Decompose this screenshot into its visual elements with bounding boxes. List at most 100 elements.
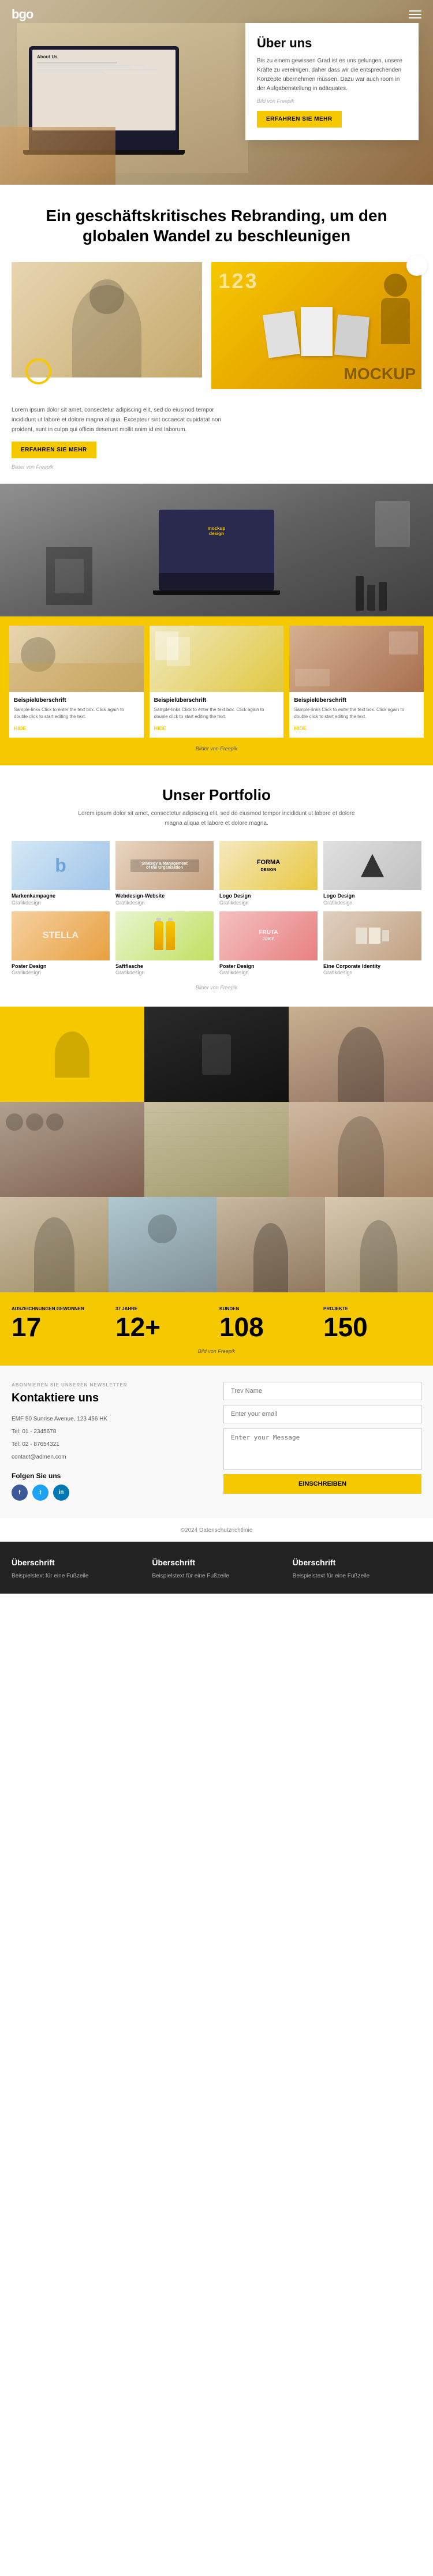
hero-card: Über uns Bis zu einem gewissen Grad ist … xyxy=(245,23,419,140)
photo-cell-r3-4 xyxy=(325,1197,433,1292)
contact-info-column: ABONNIEREN SIE UNSEREN NEWSLETTER Kontak… xyxy=(12,1382,210,1501)
hero-text: Bis zu einem gewissen Grad ist es uns ge… xyxy=(257,57,407,94)
portfolio-item-5[interactable]: STELLA Poster Design Grafikdesign xyxy=(12,911,110,976)
footer-col-2: Überschrift Beispielstext für eine Fußze… xyxy=(152,1558,281,1581)
social-icon-twitter[interactable]: t xyxy=(32,1485,48,1501)
contact-message-input[interactable] xyxy=(223,1428,421,1470)
portfolio-image-1: b xyxy=(12,841,110,890)
social-icon-facebook[interactable]: f xyxy=(12,1485,28,1501)
photo-row-2 xyxy=(0,1102,433,1197)
portfolio-label-4: Logo Design xyxy=(323,893,421,900)
contact-form-column: EINSCHREIBEN xyxy=(223,1382,421,1494)
hero-title: Über uns xyxy=(257,36,407,51)
portfolio-sublabel-3: Grafikdesign xyxy=(219,900,318,906)
stat-number-projects: 150 xyxy=(323,1314,421,1340)
hamburger-menu[interactable] xyxy=(409,10,421,18)
legal-section: ©2024 Datenschutzrichtlinie xyxy=(0,1517,433,1542)
card-text-3: Sample-links Click to enter the text box… xyxy=(294,706,419,720)
subscribe-button[interactable]: EINSCHREIBEN xyxy=(223,1474,421,1494)
photo-cell-person1 xyxy=(289,1007,433,1102)
contact-name-input[interactable] xyxy=(223,1382,421,1400)
portfolio-image-7: FRUTAJUICE xyxy=(219,911,318,960)
portfolio-sublabel-4: Grafikdesign xyxy=(323,900,421,906)
portfolio-item-4[interactable]: Logo Design Grafikdesign xyxy=(323,841,421,906)
stat-item-clients: KUNDEN 108 xyxy=(219,1306,318,1340)
rebranding-credit: Bilder von Freepik xyxy=(12,464,231,470)
card-link-2[interactable]: HIDE xyxy=(154,726,167,731)
photo-cell-person2 xyxy=(289,1102,433,1197)
portfolio-heading: Unser Portfolio xyxy=(12,786,421,804)
portfolio-sublabel-1: Grafikdesign xyxy=(12,900,110,906)
stat-item-years: 37 JAHRE 12+ xyxy=(115,1306,214,1340)
portfolio-sublabel-7: Grafikdesign xyxy=(219,970,318,975)
contact-email-input[interactable] xyxy=(223,1405,421,1423)
footer-heading-3: Überschrift xyxy=(293,1558,421,1567)
portfolio-sublabel-5: Grafikdesign xyxy=(12,970,110,975)
portfolio-label-6: Saftflasche xyxy=(115,963,214,970)
stat-item-projects: PROJEKTE 150 xyxy=(323,1306,421,1340)
portfolio-label-7: Poster Design xyxy=(219,963,318,970)
portfolio-label-2: Webdesign-Website xyxy=(115,893,214,900)
card-item-2: Beispielüberschrift Sample-links Click t… xyxy=(150,626,284,738)
stats-grid: AUSZEICHNUNGEN GEWONNEN 17 37 JAHRE 12+ … xyxy=(12,1306,421,1340)
portfolio-item-8[interactable]: Eine Corporate Identity Grafikdesign xyxy=(323,911,421,976)
portfolio-credit: Bilder von Freepik xyxy=(12,985,421,990)
footer-col-1: Überschrift Beispielstext für eine Fußze… xyxy=(12,1558,140,1581)
rebranding-cta-button[interactable]: ERFAHREN SIE MEHR xyxy=(12,442,96,458)
contact-newsletter-label: ABONNIEREN SIE UNSEREN NEWSLETTER xyxy=(12,1382,210,1388)
portfolio-image-3: FORMADESIGN xyxy=(219,841,318,890)
card-title-1: Beispielüberschrift xyxy=(14,697,139,704)
photo-row-1 xyxy=(0,1007,433,1102)
footer-heading-2: Überschrift xyxy=(152,1558,281,1567)
card-item-3: Beispielüberschrift Sample-links Click t… xyxy=(289,626,424,738)
footer-text-2: Beispielstext für eine Fußzeile xyxy=(152,1572,281,1581)
desk-scene-image: mockupdesign xyxy=(0,484,433,616)
portfolio-item-1[interactable]: b Markenkampagne Grafikdesign xyxy=(12,841,110,906)
card-link-1[interactable]: HIDE xyxy=(14,726,27,731)
hero-cta-button[interactable]: ERFAHREN SIE MEHR xyxy=(257,111,342,128)
portfolio-image-8 xyxy=(323,911,421,960)
photo-cell-r3-3 xyxy=(216,1197,325,1292)
hero-credit: Bild von Freepik xyxy=(257,98,407,104)
contact-info: EMF 50 Sunrise Avenue, 123 456 HK Tel: 0… xyxy=(12,1413,210,1464)
portfolio-intro: Lorem ipsum dolor sit amet, consectetur … xyxy=(78,809,355,828)
footer-text-1: Beispielstext für eine Fußzeile xyxy=(12,1572,140,1581)
portfolio-section: Unser Portfolio Lorem ipsum dolor sit am… xyxy=(0,765,433,1007)
portfolio-sublabel-2: Grafikdesign xyxy=(115,900,214,906)
portfolio-label-8: Eine Corporate Identity xyxy=(323,963,421,970)
photo-cell-dark xyxy=(144,1007,289,1102)
photo-grid-section xyxy=(0,1007,433,1292)
cards-credit: Bilder von Freepik xyxy=(9,746,424,752)
contact-email: contact@admen.com xyxy=(12,1451,210,1464)
portfolio-sublabel-8: Grafikdesign xyxy=(323,970,421,975)
card-image-3 xyxy=(289,626,424,692)
photo-cell-wall xyxy=(144,1102,289,1197)
cards-grid: Beispielüberschrift Sample-links Click t… xyxy=(9,626,424,738)
stats-credit: Bild von Freepik xyxy=(12,1348,421,1354)
cards-section: mockupdesign Beispielüberschrift xyxy=(0,484,433,765)
portfolio-item-6[interactable]: Saftflasche Grafikdesign xyxy=(115,911,214,976)
stats-section: AUSZEICHNUNGEN GEWONNEN 17 37 JAHRE 12+ … xyxy=(0,1292,433,1365)
portfolio-item-2[interactable]: Strategy & Managementof the Organization… xyxy=(115,841,214,906)
social-icon-linkedin[interactable]: in xyxy=(53,1485,69,1501)
footer-heading-1: Überschrift xyxy=(12,1558,140,1567)
contact-grid: ABONNIEREN SIE UNSEREN NEWSLETTER Kontak… xyxy=(12,1382,421,1501)
rebranding-section: Ein geschäftskritisches Rebranding, um d… xyxy=(0,185,433,484)
contact-tel-2: Tel: 02 - 87654321 xyxy=(12,1438,210,1451)
rebranding-text: Lorem ipsum dolor sit amet, consectetur … xyxy=(12,405,231,435)
card-text-2: Sample-links Click to enter the text box… xyxy=(154,706,279,720)
card-image-1 xyxy=(9,626,144,692)
contact-address: EMF 50 Sunrise Avenue, 123 456 HK xyxy=(12,1413,210,1426)
portfolio-image-5: STELLA xyxy=(12,911,110,960)
card-link-3[interactable]: HIDE xyxy=(294,726,307,731)
footer-text-3: Beispielstext für eine Fußzeile xyxy=(293,1572,421,1581)
portfolio-item-7[interactable]: FRUTAJUICE Poster Design Grafikdesign xyxy=(219,911,318,976)
portfolio-image-6 xyxy=(115,911,214,960)
portfolio-image-2: Strategy & Managementof the Organization xyxy=(115,841,214,890)
nav-logo[interactable]: bgo xyxy=(12,7,33,22)
footer-col-3: Überschrift Beispielstext für eine Fußze… xyxy=(293,1558,421,1581)
rebranding-image-right: 1 2 3 MOCKUP xyxy=(211,262,421,389)
portfolio-item-3[interactable]: FORMADESIGN Logo Design Grafikdesign xyxy=(219,841,318,906)
card-image-2 xyxy=(150,626,284,692)
photo-cell-meeting xyxy=(0,1102,144,1197)
